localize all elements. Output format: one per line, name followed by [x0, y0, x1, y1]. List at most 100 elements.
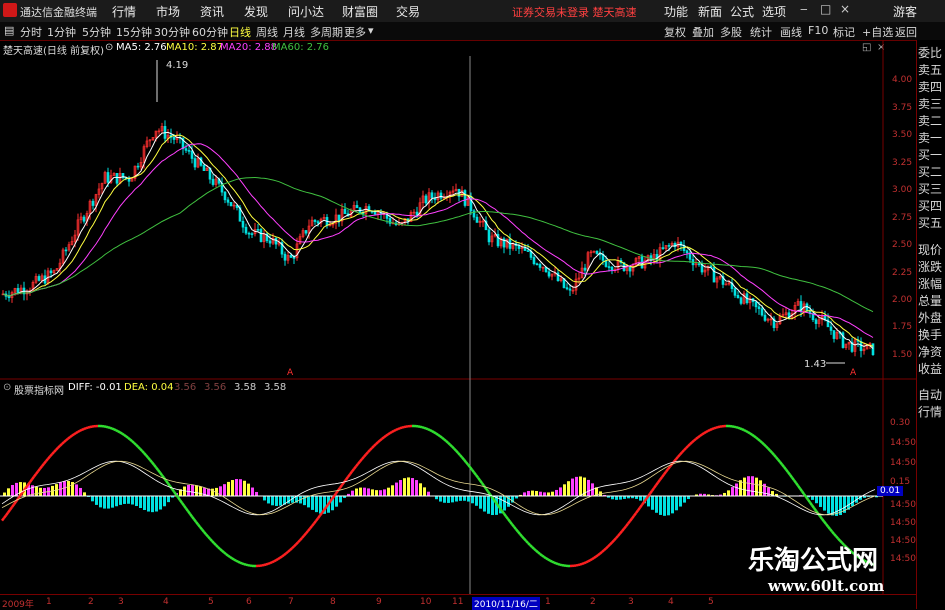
oscillator-line — [800, 488, 802, 491]
overlay-button[interactable]: 叠加 — [692, 24, 714, 40]
ma10-line — [3, 135, 873, 346]
oscillator-line — [216, 545, 218, 547]
candle-body — [872, 344, 874, 355]
oscillator-line — [548, 559, 550, 560]
oscillator-line — [682, 450, 684, 452]
period-tab-5min[interactable]: 5分钟 — [82, 24, 111, 40]
oscillator-line — [114, 429, 116, 430]
event-marker: A — [850, 368, 857, 378]
oscillator-line — [608, 545, 610, 547]
period-tab-monthly[interactable]: 月线 — [283, 24, 305, 40]
oscillator-line — [474, 472, 476, 475]
auto-quote-toggle[interactable]: 自动 — [918, 386, 942, 403]
oscillator-line — [530, 545, 532, 547]
statistics-button[interactable]: 统计 — [750, 24, 772, 40]
oscillator-line — [552, 562, 554, 563]
oscillator-line — [558, 564, 560, 565]
indicator-bar — [255, 492, 258, 496]
f10-button[interactable]: F10 — [808, 24, 828, 37]
oscillator-line — [54, 450, 56, 452]
oscillator-line — [802, 491, 804, 494]
draw-line-button[interactable]: 画线 — [780, 24, 802, 40]
more-chevron-icon[interactable]: ▾ — [368, 24, 374, 37]
quote-label: 总量 — [918, 292, 942, 309]
candle-body — [464, 190, 466, 205]
indicator-y-tick: 14:50 — [890, 554, 916, 564]
menu-ask[interactable]: 问小达 — [288, 3, 324, 20]
close-icon[interactable]: × — [840, 2, 850, 16]
period-tab-30min[interactable]: 30分钟 — [154, 24, 190, 40]
indicator-bar — [367, 488, 370, 496]
oscillator-line — [122, 434, 124, 435]
indicator-bar — [211, 489, 214, 496]
period-tab-15min[interactable]: 15分钟 — [116, 24, 152, 40]
trade-login-warning[interactable]: 证券交易未登录 楚天高速 — [512, 4, 637, 20]
indicator-bar — [35, 487, 38, 496]
indicator-bar — [91, 496, 94, 501]
back-button[interactable]: 返回 — [895, 24, 917, 40]
indicator-bar — [451, 496, 454, 502]
candle-body — [830, 327, 832, 331]
multi-stock-button[interactable]: 多股 — [720, 24, 742, 40]
period-tab-timeshare[interactable]: 分时 — [20, 24, 42, 40]
period-tab-weekly[interactable]: 周线 — [256, 24, 278, 40]
oscillator-line — [174, 492, 176, 495]
candle-body — [536, 264, 538, 265]
oscillator-line — [550, 561, 552, 562]
auto-quote-toggle-label[interactable]: 行情 — [918, 403, 942, 420]
period-tab-60min[interactable]: 60分钟 — [192, 24, 228, 40]
oscillator-line — [502, 511, 504, 514]
indicator-bar — [243, 481, 246, 496]
oscillator-line — [244, 564, 246, 565]
candle-body — [191, 151, 193, 158]
oscillator-line — [676, 457, 678, 459]
indicator-bar — [191, 485, 194, 496]
indicator-bar — [167, 496, 170, 502]
minimize-icon[interactable]: ‒ — [800, 2, 808, 16]
period-tab-1min[interactable]: 1分钟 — [47, 24, 76, 40]
oscillator-line — [806, 497, 808, 500]
menu-new-page[interactable]: 新面 — [698, 3, 722, 20]
candle-body — [764, 315, 766, 320]
oscillator-line — [66, 439, 68, 441]
cursor-date: 2010/11/16/二 — [472, 597, 540, 610]
oscillator-line — [428, 429, 430, 430]
menu-market[interactable]: 市场 — [156, 3, 180, 20]
menu-wealth[interactable]: 财富圈 — [342, 3, 378, 20]
oscillator-line — [146, 455, 148, 457]
oscillator-line — [494, 500, 496, 503]
oscillator-line — [504, 514, 506, 517]
oscillator-line — [432, 431, 434, 432]
period-tab-daily[interactable]: 日线 — [229, 24, 251, 40]
chart-toggle-icon[interactable]: ▤ — [4, 24, 14, 37]
oscillator-line — [360, 459, 362, 461]
chart-canvas[interactable]: 4.19 1.43 A A — [0, 40, 916, 594]
app-logo-icon — [3, 3, 17, 17]
quote-label: 买五 — [918, 214, 942, 231]
mark-button[interactable]: 标记 — [833, 24, 855, 40]
oscillator-line — [658, 480, 660, 483]
guest-label[interactable]: 游客 — [893, 3, 917, 20]
indicator-settings-icon[interactable]: ⊙ — [3, 382, 11, 396]
indicator-bar — [471, 496, 474, 503]
menu-options[interactable]: 选项 — [762, 3, 786, 20]
oscillator-line — [40, 466, 42, 469]
period-tab-multi[interactable]: 多周期 — [310, 24, 343, 40]
period-tab-more[interactable]: 更多 — [344, 24, 366, 40]
oscillator-line — [208, 537, 210, 539]
indicator-extra: 3.58 — [234, 382, 256, 396]
add-watchlist-button[interactable]: +自选 — [862, 24, 893, 40]
menu-news[interactable]: 资讯 — [200, 3, 224, 20]
menu-quotes[interactable]: 行情 — [112, 3, 136, 20]
indicator-bar — [615, 496, 618, 500]
menu-discover[interactable]: 发现 — [244, 3, 268, 20]
ma20-line — [3, 144, 873, 338]
candle-body — [50, 271, 52, 273]
oscillator-line — [294, 544, 296, 546]
menu-trade[interactable]: 交易 — [396, 3, 420, 20]
menu-formula[interactable]: 公式 — [730, 3, 754, 20]
restore-right-button[interactable]: 复权 — [664, 24, 686, 40]
menu-function[interactable]: 功能 — [664, 3, 688, 20]
oscillator-line — [698, 436, 700, 437]
maximize-icon[interactable]: □ — [820, 2, 831, 16]
